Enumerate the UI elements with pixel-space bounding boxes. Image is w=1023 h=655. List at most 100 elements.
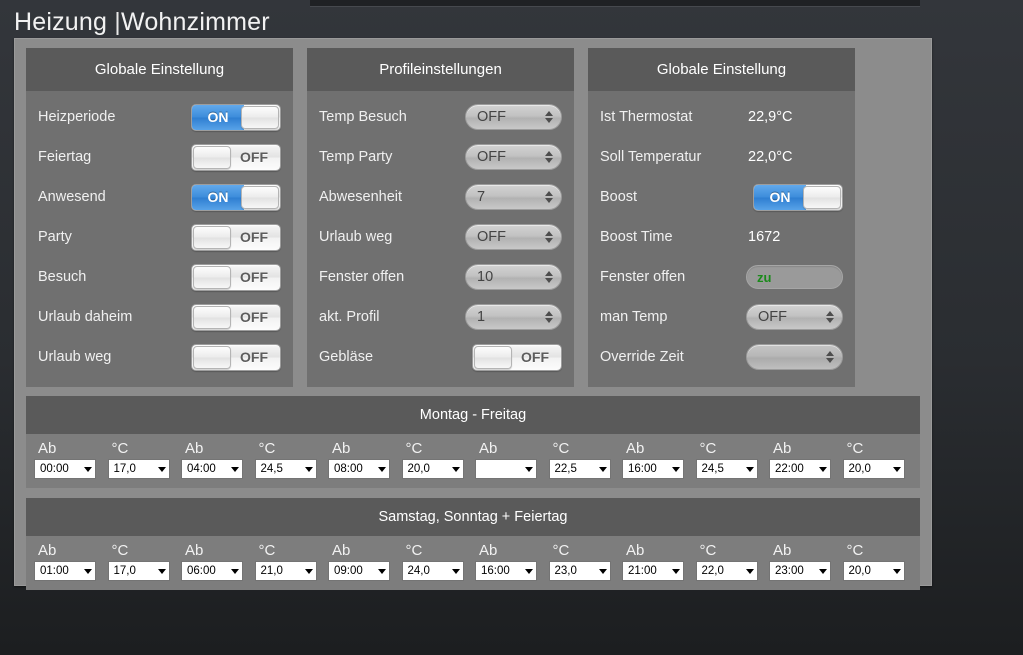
schedule-temp-select[interactable]: 23,0 (548, 561, 611, 581)
setting-label: Soll Temperatur (600, 149, 702, 165)
schedule-temp-header: °C (699, 440, 717, 457)
schedule-time-select[interactable]: 00:00 (34, 459, 96, 479)
dropdown-select[interactable]: 10 (465, 264, 562, 290)
schedule-temp-cell: °C 24,5 (253, 437, 327, 479)
toggle-switch[interactable]: OFF (191, 343, 281, 371)
schedule-time-value: 09:00 (334, 565, 363, 577)
setting-control: 1672 (746, 229, 843, 245)
toggle-knob[interactable] (241, 105, 279, 129)
toggle-state-label: OFF (240, 309, 268, 325)
toggle-knob[interactable] (193, 305, 231, 329)
schedule-temp-header: °C (552, 440, 570, 457)
setting-control: 7 (465, 184, 562, 210)
setting-control: OFF (191, 263, 281, 291)
schedule-temp-select[interactable]: 22,5 (548, 459, 611, 479)
schedule-time-select[interactable]: 08:00 (328, 459, 390, 479)
chevron-down-icon (231, 568, 239, 574)
schedule-time-cell: Ab (473, 437, 547, 479)
setting-label: Temp Party (319, 149, 393, 165)
schedule-temp-select[interactable]: 21,0 (254, 561, 317, 581)
toggle-switch[interactable]: ON (753, 183, 843, 211)
schedule-temp-value: 23,0 (554, 565, 577, 577)
setting-control: OFF (191, 343, 281, 371)
dropdown-select[interactable]: 7 (465, 184, 562, 210)
dropdown-select[interactable]: 1 (465, 304, 562, 330)
chevron-down-icon (892, 568, 901, 574)
setting-control: OFF (472, 343, 562, 371)
setting-control: OFF (191, 303, 281, 331)
schedule-row: Ab 01:00 °C 17,0 Ab 06:00 °C 21,0 Ab 09:00 °C 24,0 A… (26, 536, 920, 590)
schedule-temp-header: °C (258, 542, 276, 559)
schedule-time-value: 00:00 (40, 463, 69, 475)
setting-label: Urlaub weg (38, 349, 112, 365)
setting-control: ON (753, 183, 843, 211)
schedule-temp-value: 22,5 (554, 463, 577, 475)
toggle-knob[interactable] (193, 345, 231, 369)
setting-row: akt. Profil 1 (319, 297, 562, 337)
toggle-switch[interactable]: OFF (472, 343, 562, 371)
schedule-temp-select[interactable]: 24,5 (254, 459, 317, 479)
schedule-time-value: 06:00 (187, 565, 216, 577)
setting-row: Abwesenheit 7 (319, 177, 562, 217)
toggle-switch[interactable]: OFF (191, 223, 281, 251)
schedule-time-select[interactable]: 16:00 (475, 561, 537, 581)
schedule-time-value: 23:00 (775, 565, 804, 577)
schedule-time-select[interactable]: 06:00 (181, 561, 243, 581)
toggle-state-label: ON (207, 189, 229, 205)
chevron-down-icon (598, 466, 607, 472)
top-decor-strip (310, 0, 920, 7)
toggle-knob[interactable] (193, 225, 231, 249)
setting-label: Urlaub daheim (38, 309, 133, 325)
chevron-down-icon (157, 466, 166, 472)
setting-label: Heizperiode (38, 109, 116, 125)
dropdown-select[interactable]: OFF (465, 104, 562, 130)
toggle-knob[interactable] (193, 265, 231, 289)
setting-control: OFF (465, 104, 562, 130)
schedule-temp-value: 20,0 (848, 565, 871, 577)
schedule-temp-select[interactable]: 17,0 (107, 561, 170, 581)
toggle-knob[interactable] (474, 345, 512, 369)
schedule-temp-select[interactable]: 17,0 (107, 459, 170, 479)
toggle-switch[interactable]: ON (191, 183, 281, 211)
toggle-switch[interactable]: ON (191, 103, 281, 131)
readonly-value: 1672 (748, 229, 781, 245)
schedule-time-select[interactable]: 04:00 (181, 459, 243, 479)
schedule-temp-header: °C (699, 542, 717, 559)
schedule-time-select[interactable] (475, 459, 537, 479)
schedule-temp-select[interactable]: 20,0 (842, 561, 905, 581)
setting-row: Anwesend ON (38, 177, 281, 217)
schedule-temp-select[interactable]: 20,0 (401, 459, 464, 479)
schedule-time-header: Ab (479, 542, 498, 559)
toggle-switch[interactable]: OFF (191, 303, 281, 331)
schedule-temp-select[interactable]: 24,0 (401, 561, 464, 581)
schedule-temp-select[interactable]: 20,0 (842, 459, 905, 479)
schedule-temp-select[interactable]: 24,5 (695, 459, 758, 479)
setting-label: Abwesenheit (319, 189, 403, 205)
schedule-time-select[interactable]: 09:00 (328, 561, 390, 581)
dropdown-select[interactable]: OFF (465, 224, 562, 250)
schedule-time-select[interactable]: 01:00 (34, 561, 96, 581)
schedule-time-cell: Ab 09:00 (326, 539, 400, 581)
schedule-time-cell: Ab 22:00 (767, 437, 841, 479)
schedule-temp-header: °C (405, 542, 423, 559)
dropdown-value: 10 (477, 269, 494, 285)
toggle-switch[interactable]: OFF (191, 143, 281, 171)
schedule-time-select[interactable]: 21:00 (622, 561, 684, 581)
toggle-knob[interactable] (803, 185, 841, 209)
dropdown-select[interactable]: OFF (746, 304, 843, 330)
dropdown-select[interactable]: OFF (465, 144, 562, 170)
dropdown-select[interactable] (746, 344, 843, 370)
setting-label: Feiertag (38, 149, 92, 165)
dropdown-value: OFF (477, 229, 506, 245)
spinner-arrows-icon (545, 231, 553, 243)
schedule-time-select[interactable]: 16:00 (622, 459, 684, 479)
toggle-knob[interactable] (241, 185, 279, 209)
schedule-temp-select[interactable]: 22,0 (695, 561, 758, 581)
setting-row: Fenster offen zu (600, 257, 843, 297)
schedule-time-select[interactable]: 23:00 (769, 561, 831, 581)
toggle-knob[interactable] (193, 145, 231, 169)
schedule-time-select[interactable]: 22:00 (769, 459, 831, 479)
setting-row: Party OFF (38, 217, 281, 257)
toggle-switch[interactable]: OFF (191, 263, 281, 291)
readonly-value: 22,9°C (748, 109, 793, 125)
